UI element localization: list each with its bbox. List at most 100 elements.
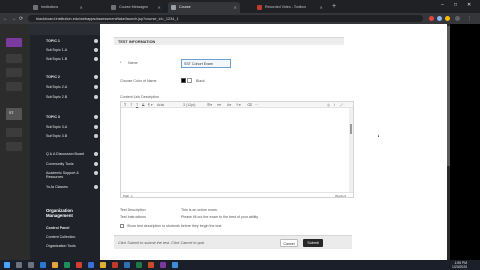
edge-icon[interactable] [40,261,46,268]
extension-icon[interactable] [445,16,450,21]
taskbar-clock[interactable]: 1:55 PM 1/23/2020 [452,261,467,269]
menu-status-icon [94,171,98,175]
list-icon[interactable]: ☰▾ [207,103,212,107]
underline-icon[interactable]: T [136,103,138,107]
content-editor[interactable]: T T T S ¶ ▾ Arial 3 (12pt) ☰▾ ≡▾ A▾ ✎▾ ⌫… [120,101,354,198]
fullscreen-icon[interactable]: ⤢ [340,103,343,107]
new-tab-button[interactable]: + [332,3,336,10]
menu-item-subtopic-3a[interactable]: SubTopic 3.A [46,125,67,129]
menu-item-content-collection[interactable]: Content Collection [46,235,75,239]
store-icon[interactable] [64,261,70,268]
submit-button[interactable]: Submit [303,239,323,247]
color-picker-swatch[interactable] [181,78,186,83]
back-icon[interactable]: ← [3,16,8,22]
more-tools-icon[interactable]: ⋯ [255,103,259,107]
rail-icon[interactable] [6,142,22,151]
browser-tab-3[interactable]: Recorded Video - Toolbox ✕ [254,2,326,13]
app-icon[interactable] [172,261,178,268]
menu-status-icon [94,134,98,138]
color-value: Black [196,79,205,83]
extension-icon[interactable] [437,16,442,21]
highlight-icon[interactable]: ✎▾ [236,103,241,107]
excel-icon[interactable] [136,261,142,268]
tab-close-icon[interactable]: ✕ [157,5,161,10]
menu-item-yuja[interactable]: YuJa Classes [46,185,68,189]
browser-menu-icon[interactable]: ⋮ [467,16,472,22]
menu-item-subtopic-2a[interactable]: SubTopic 2.A [46,85,67,89]
tab-favicon-icon [257,5,262,10]
app-icon[interactable] [160,261,166,268]
browser-tab-0[interactable]: Institutions ✕ [30,2,86,13]
editor-word-count: Words:0 [335,193,347,198]
rail-icon[interactable] [6,54,22,63]
clear-format-icon[interactable]: ⌫ [247,103,252,107]
description-label: Content Link Description [120,95,160,99]
file-explorer-icon[interactable] [52,261,58,268]
font-family-select[interactable]: Arial [157,103,164,107]
color-label: Choose Color of Name [120,79,157,83]
menu-status-icon [94,162,98,166]
rail-icon[interactable] [6,68,22,77]
menu-item-organization-tools[interactable]: Organization Tools [46,244,76,248]
extension-icon[interactable] [429,16,434,21]
instructions-label: Test Instructions [120,215,146,219]
rail-icon[interactable] [6,128,22,137]
profile-avatar[interactable] [455,16,460,21]
menu-item-subtopic-1b[interactable]: SubTopic 1.B [46,57,67,61]
start-icon[interactable] [4,261,10,268]
search-icon[interactable] [16,261,22,268]
maximize-button[interactable]: □ [454,2,457,8]
italic-icon[interactable]: T [130,103,132,107]
task-view-icon[interactable] [28,261,34,268]
menu-item-topic-3[interactable]: TOPIC 3 [46,115,60,119]
numbered-list-icon[interactable]: ≡▾ [217,103,221,107]
show-instructions-label: Show test description to students before… [127,224,223,228]
word-icon[interactable] [124,261,130,268]
show-instructions-checkbox[interactable] [120,224,124,228]
tab-close-icon[interactable]: ✕ [319,5,323,10]
course-home-icon[interactable] [6,38,22,47]
close-window-button[interactable]: ✕ [467,2,471,8]
test-information-panel: TEST INFORMATION * Name SST Cohort Exam … [100,24,448,260]
app-icon[interactable] [112,261,118,268]
menu-item-subtopic-1a[interactable]: SubTopic 1.A [46,48,67,52]
menu-status-icon [94,185,98,189]
font-size-select[interactable]: 3 (12pt) [183,103,195,107]
menu-item-discussion-board[interactable]: Q & A Discussion Board [46,152,84,156]
menu-item-control-panel[interactable]: Control Panel [46,226,69,230]
menu-item-academic-support[interactable]: Academic Support & Resources [46,171,92,180]
chrome-icon[interactable] [100,261,106,268]
menu-item-community-tools[interactable]: Community Tools [46,162,74,166]
editor-path: Path: p [123,193,133,198]
rail-icon[interactable] [6,82,22,91]
menu-status-icon [94,75,98,79]
name-input[interactable]: SST Cohort Exam [181,59,231,68]
text-color-icon[interactable]: A▾ [227,103,231,107]
organization-management-title: Organization Management [46,208,73,219]
bold-icon[interactable]: T [124,103,126,107]
spellcheck-icon[interactable]: ◎ [327,103,330,107]
menu-item-topic-1[interactable]: TOPIC 1 [46,39,60,43]
strikethrough-icon[interactable]: S [142,103,144,107]
powerpoint-icon[interactable] [148,261,154,268]
cancel-button[interactable]: Cancel [280,239,298,247]
minimize-button[interactable]: – [441,2,444,8]
paragraph-dropdown[interactable]: ¶ ▾ [148,103,153,107]
reload-icon[interactable]: ⟳ [19,16,23,22]
tab-close-icon[interactable]: ✕ [79,5,83,10]
info-icon[interactable]: i [334,103,335,107]
tab-close-icon[interactable]: ✕ [233,5,237,10]
editor-scrollbar-thumb[interactable] [350,124,352,134]
menu-item-topic-2[interactable]: TOPIC 2 [46,75,60,79]
url-field[interactable]: blackboard.institution.edu/webapps/asses… [28,15,423,22]
editor-scrollbar[interactable] [349,108,353,193]
menu-item-subtopic-3b[interactable]: SubTopic 3.B [46,134,67,138]
app-icon[interactable] [76,261,82,268]
instructions-value: Please fill out the exam to the best of … [181,215,259,219]
color-picker-dropdown[interactable] [187,78,192,83]
browser-tab-2[interactable]: Course ✕ [168,2,240,13]
menu-item-subtopic-2b[interactable]: SubTopic 2.B [46,95,67,99]
app-icon[interactable] [88,261,94,268]
browser-tab-1[interactable]: Course Messages ✕ [108,2,164,13]
forward-icon[interactable]: → [11,16,16,22]
